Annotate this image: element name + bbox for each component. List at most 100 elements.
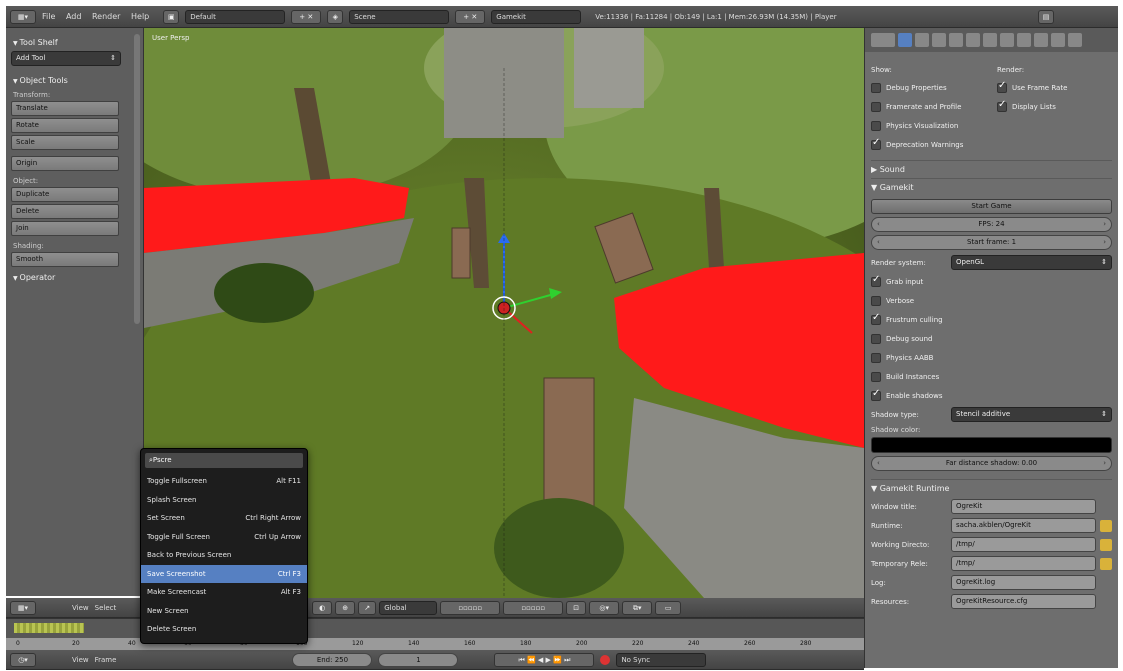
folder-icon[interactable] (1100, 519, 1112, 532)
playback-controls[interactable]: ⏮ ⏪ ◀ ▶ ⏩ ⏭ (494, 652, 595, 667)
checkbox[interactable] (871, 371, 881, 382)
shadow-type-select[interactable]: Stencil additive ⇕ (951, 407, 1112, 422)
orientation-select[interactable]: Global (379, 600, 438, 615)
use-frame-rate-row[interactable]: Use Frame Rate (997, 78, 1067, 97)
gamekit-panel-header[interactable]: ▼ Gamekit (871, 178, 1112, 196)
debug-properties-row[interactable]: Debug Properties (871, 78, 997, 97)
checkbox-checked[interactable] (871, 388, 881, 401)
menu-item-new-screen[interactable]: New Screen (141, 602, 307, 621)
working-directory-field[interactable]: /tmp/ (951, 537, 1096, 552)
world-context-icon[interactable] (932, 33, 946, 47)
menu-item-back-to-previous[interactable]: Back to Previous Screen (141, 546, 307, 565)
checkbox[interactable] (871, 82, 881, 93)
view-menu[interactable]: View (72, 604, 89, 612)
translate-button[interactable]: Translate (11, 101, 119, 116)
sound-panel-header[interactable]: ▶ Sound (871, 160, 1112, 178)
timeline-ruler[interactable]: 0 20 40 60 80 100 120 140 160 180 200 22… (6, 638, 864, 650)
folder-icon[interactable] (1100, 538, 1112, 551)
checkbox-checked[interactable] (871, 312, 881, 325)
resources-field[interactable]: OgreKitResource.cfg (951, 594, 1096, 609)
snap-icon[interactable]: ⧉▾ (622, 600, 653, 615)
menu-item-toggle-fullscreen[interactable]: Toggle Fullscreen Alt F11 (141, 472, 307, 491)
scale-button[interactable]: Scale (11, 135, 119, 150)
engine-select[interactable]: Gamekit (491, 9, 582, 24)
editor-type-button[interactable]: ▦▾ (10, 9, 36, 24)
delete-button[interactable]: Delete (11, 204, 119, 219)
menu-help[interactable]: Help (131, 12, 149, 21)
texture-context-icon[interactable] (1034, 33, 1048, 47)
timeline[interactable]: 0 20 40 60 80 100 120 140 160 180 200 22… (6, 618, 864, 650)
display-lists-row[interactable]: Display Lists (997, 97, 1067, 116)
checkbox[interactable] (871, 101, 881, 112)
increment-arrow-icon[interactable]: › (1103, 457, 1106, 470)
layers-grid[interactable]: ▫▫▫▫▫ (440, 600, 501, 615)
layers-grid-2[interactable]: ▫▫▫▫▫ (503, 600, 564, 615)
scene-context-icon[interactable] (915, 33, 929, 47)
grab-input-row[interactable]: Grab input (871, 272, 1112, 291)
menu-file[interactable]: File (42, 12, 55, 21)
current-frame-field[interactable]: 1 (378, 652, 459, 667)
material-context-icon[interactable] (1017, 33, 1031, 47)
pivot-icon[interactable]: ⊕ (335, 600, 356, 615)
menu-item-make-screencast[interactable]: Make Screencast Alt F3 (141, 583, 307, 602)
checkbox[interactable] (871, 120, 881, 131)
checkbox-checked[interactable] (871, 137, 881, 150)
search-input[interactable]: ⌕Pscre (145, 453, 303, 468)
editor-type-button[interactable]: ▦▾ (10, 600, 36, 615)
render-system-select[interactable]: OpenGL ⇕ (951, 255, 1112, 270)
shadow-color-swatch[interactable] (871, 437, 1112, 453)
rotate-button[interactable]: Rotate (11, 118, 119, 133)
menu-item-save-screenshot[interactable]: Save Screenshot Ctrl F3 (141, 564, 307, 583)
physics-aabb-row[interactable]: Physics AABB (871, 348, 1112, 367)
runtime-panel-header[interactable]: ▼ Gamekit Runtime (871, 479, 1112, 497)
record-icon[interactable] (600, 654, 611, 665)
decrement-arrow-icon[interactable]: ‹ (877, 218, 880, 231)
frame-menu[interactable]: Frame (95, 656, 117, 664)
tool-shelf-title[interactable]: Tool Shelf (13, 38, 138, 47)
runtime-path-field[interactable]: sacha.akblen/OgreKit (951, 518, 1096, 533)
start-frame-field[interactable]: ‹ Start frame: 1 › (871, 235, 1112, 250)
scene-add-remove[interactable]: + ✕ (455, 9, 486, 24)
screen-layout-select[interactable]: Default (185, 9, 286, 24)
lock-icon[interactable]: ⊡ (566, 600, 587, 615)
menu-item-toggle-full-screen[interactable]: Toggle Full Screen Ctrl Up Arrow (141, 528, 307, 547)
log-field[interactable]: OgreKit.log (951, 575, 1096, 590)
framerate-profile-row[interactable]: Framerate and Profile (871, 97, 997, 116)
duplicate-button[interactable]: Duplicate (11, 187, 119, 202)
temporary-field[interactable]: /tmp/ (951, 556, 1096, 571)
far-distance-field[interactable]: ‹ Far distance shadow: 0.00 › (871, 456, 1112, 471)
proportional-edit-icon[interactable]: ◎▾ (589, 600, 620, 615)
checkbox[interactable] (871, 333, 881, 344)
sync-select[interactable]: No Sync (616, 652, 707, 667)
fps-field[interactable]: ‹ FPS: 24 › (871, 217, 1112, 232)
checkbox-checked[interactable] (871, 274, 881, 287)
add-tool-button[interactable]: Add Tool ⇕ (11, 51, 121, 66)
increment-arrow-icon[interactable]: › (1103, 236, 1106, 249)
verbose-row[interactable]: Verbose (871, 291, 1112, 310)
tool-shelf-scrollbar[interactable] (134, 34, 140, 324)
menu-item-delete-screen[interactable]: Delete Screen (141, 620, 307, 639)
constraints-context-icon[interactable] (966, 33, 980, 47)
scene-select[interactable]: Scene (349, 9, 450, 24)
render-context-icon[interactable] (898, 33, 912, 47)
physics-visualization-row[interactable]: Physics Visualization (871, 116, 997, 135)
data-context-icon[interactable] (1000, 33, 1014, 47)
object-context-icon[interactable] (949, 33, 963, 47)
editor-type-button[interactable]: ◷▾ (10, 652, 36, 667)
checkbox-checked[interactable] (997, 80, 1007, 93)
folder-icon[interactable] (1100, 557, 1112, 570)
object-tools-header[interactable]: Object Tools (13, 76, 138, 85)
menu-render[interactable]: Render (92, 12, 120, 21)
decrement-arrow-icon[interactable]: ‹ (877, 457, 880, 470)
modifiers-context-icon[interactable] (983, 33, 997, 47)
build-instances-row[interactable]: Build Instances (871, 367, 1112, 386)
frustrum-culling-row[interactable]: Frustrum culling (871, 310, 1112, 329)
checkbox-checked[interactable] (997, 99, 1007, 112)
render-preview-icon[interactable]: ▭ (655, 600, 682, 615)
particles-context-icon[interactable] (1051, 33, 1065, 47)
shading-mode-icon[interactable]: ◐ (312, 600, 333, 615)
screen-add-remove[interactable]: + ✕ (291, 9, 322, 24)
checkbox[interactable] (871, 295, 881, 306)
increment-arrow-icon[interactable]: › (1103, 218, 1106, 231)
debug-sound-row[interactable]: Debug sound (871, 329, 1112, 348)
